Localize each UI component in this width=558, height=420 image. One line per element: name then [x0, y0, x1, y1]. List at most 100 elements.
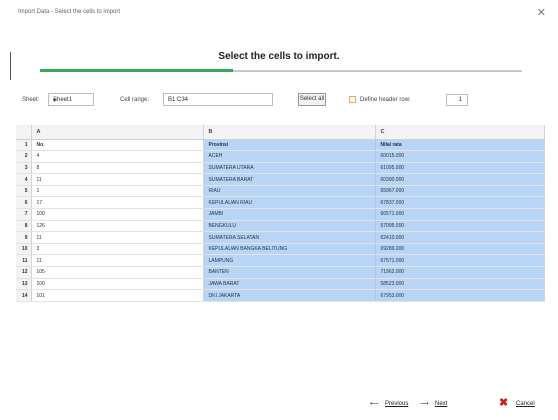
- cell-a[interactable]: 3: [31, 243, 204, 256]
- row-number[interactable]: 5: [16, 185, 32, 198]
- cell-c[interactable]: Nilai rata: [375, 139, 545, 152]
- cell-b[interactable]: LAMPUNG: [203, 254, 376, 268]
- table-row[interactable]: 3 8 SUMATERA UTARA 61095.000: [16, 162, 545, 175]
- column-header-c[interactable]: C: [375, 125, 545, 140]
- grid-body: 1 No. Provinsi Nilai rata 2 4 ACEH 60015.000 3 8 S…: [16, 139, 545, 302]
- cell-c[interactable]: 58523.000: [375, 278, 545, 291]
- cell-b[interactable]: JAMBI: [203, 208, 376, 221]
- table-row[interactable]: 7 100 JAMBI 66571.000: [16, 208, 545, 221]
- define-header-label: Define header row:: [360, 97, 411, 103]
- cell-c[interactable]: 67953.000: [375, 289, 545, 302]
- cancel-button[interactable]: ✖ Cancel: [499, 397, 555, 411]
- cell-a[interactable]: 4: [31, 150, 204, 163]
- cell-b[interactable]: Provinsi: [203, 139, 376, 152]
- table-row[interactable]: 9 11 SUMATERA SELATAN 62410.000: [16, 231, 545, 244]
- row-number[interactable]: 6: [16, 196, 32, 210]
- cell-a[interactable]: 126: [31, 220, 204, 233]
- wizard-progress-bar: [40, 69, 522, 72]
- row-number[interactable]: 8: [16, 220, 32, 233]
- table-row[interactable]: 4 11 SUMATERA BARAT 60390.000: [16, 173, 545, 186]
- cell-b[interactable]: ACEH: [203, 150, 376, 163]
- previous-button[interactable]: ⟵ Previous: [370, 399, 416, 411]
- cell-b[interactable]: BENGKULU: [203, 220, 376, 233]
- cell-a[interactable]: 105: [31, 266, 204, 279]
- table-row[interactable]: 14 101 DKI JAKARTA 67953.000: [16, 289, 545, 302]
- cell-a[interactable]: 100: [31, 208, 204, 221]
- cell-a[interactable]: 100: [31, 278, 204, 291]
- cell-b[interactable]: JAWA BARAT: [203, 278, 376, 291]
- cell-c[interactable]: 71962.000: [375, 266, 545, 279]
- header-row-spinner[interactable]: 1: [446, 94, 468, 106]
- select-all-button[interactable]: Select all: [298, 93, 326, 106]
- row-number[interactable]: 13: [16, 278, 32, 291]
- cell-b[interactable]: SUMATERA UTARA: [203, 162, 376, 175]
- cell-a[interactable]: 1: [31, 185, 204, 198]
- close-icon[interactable]: ✕: [537, 6, 546, 19]
- cell-b[interactable]: KEPULAUAN BANGKA BELITUNG: [203, 243, 376, 256]
- cell-a[interactable]: No.: [31, 139, 204, 152]
- row-number[interactable]: 7: [16, 208, 32, 221]
- next-button[interactable]: ⟶ Next: [420, 399, 456, 411]
- cell-c[interactable]: 60390.000: [375, 173, 545, 186]
- cell-a[interactable]: 11: [31, 173, 204, 186]
- row-number[interactable]: 2: [16, 150, 32, 163]
- row-number[interactable]: 1: [16, 139, 32, 152]
- row-number[interactable]: 14: [16, 289, 32, 302]
- table-row[interactable]: 6 17 KEPULAUAN RIAU 67837.000: [16, 196, 545, 210]
- table-row[interactable]: 12 105 BANTEN 71962.000: [16, 266, 545, 279]
- table-row[interactable]: 1 No. Provinsi Nilai rata: [16, 139, 545, 152]
- cell-b[interactable]: SUMATERA BARAT: [203, 173, 376, 186]
- cell-range-input[interactable]: B1:C34: [163, 93, 273, 106]
- cell-c[interactable]: 61095.000: [375, 162, 545, 175]
- table-row[interactable]: 11 11 LAMPUNG 67571.000: [16, 254, 545, 268]
- row-number[interactable]: 3: [16, 162, 32, 175]
- cell-c[interactable]: 67571.000: [375, 254, 545, 268]
- grid-corner[interactable]: [16, 125, 32, 140]
- cancel-x-icon: ✖: [499, 397, 509, 409]
- cell-a[interactable]: 17: [31, 196, 204, 210]
- row-number[interactable]: 12: [16, 266, 32, 279]
- table-row[interactable]: 10 3 KEPULAUAN BANGKA BELITUNG 69289.000: [16, 243, 545, 256]
- cell-b[interactable]: BANTEN: [203, 266, 376, 279]
- cell-c[interactable]: 57095.000: [375, 220, 545, 233]
- chevron-down-icon: ▾: [53, 98, 57, 104]
- cancel-button-label: Cancel: [516, 401, 535, 407]
- sheet-select[interactable]: Sheet1 ▾: [48, 93, 94, 106]
- cell-a[interactable]: 11: [31, 231, 204, 244]
- table-row[interactable]: 2 4 ACEH 60015.000: [16, 150, 545, 163]
- define-header-checkbox[interactable]: [349, 96, 356, 103]
- column-header-b[interactable]: B: [203, 125, 376, 140]
- cell-a[interactable]: 11: [31, 254, 204, 268]
- cell-a[interactable]: 101: [31, 289, 204, 302]
- next-button-label: Next: [435, 401, 448, 407]
- wizard-buttons: ⟵ Previous ⟶ Next ✖ Cancel: [0, 397, 558, 411]
- previous-button-label: Previous: [385, 401, 409, 407]
- cell-b[interactable]: DKI JAKARTA: [203, 289, 376, 302]
- toolbar: Sheet: Sheet1 ▾ Cell range: B1:C34 Selec…: [0, 93, 558, 107]
- cell-b[interactable]: SUMATERA SELATAN: [203, 231, 376, 244]
- cell-c[interactable]: 62410.000: [375, 231, 545, 244]
- cell-a[interactable]: 8: [31, 162, 204, 175]
- cell-b[interactable]: KEPULAUAN RIAU: [203, 196, 376, 210]
- cell-b[interactable]: RIAU: [203, 185, 376, 198]
- row-number[interactable]: 11: [16, 254, 32, 268]
- cell-c[interactable]: 69289.000: [375, 243, 545, 256]
- header-row-value: 1: [458, 97, 462, 103]
- cell-c[interactable]: 67837.000: [375, 196, 545, 210]
- title-bar: Import Data - Select the cells to import…: [0, 0, 558, 26]
- cell-c[interactable]: 60015.000: [375, 150, 545, 163]
- sheet-label: Sheet:: [22, 97, 40, 103]
- row-number[interactable]: 10: [16, 243, 32, 256]
- window-title: Import Data - Select the cells to import: [18, 9, 121, 15]
- arrow-right-icon: ⟶: [420, 401, 429, 407]
- row-number[interactable]: 9: [16, 231, 32, 244]
- row-number[interactable]: 4: [16, 173, 32, 186]
- table-row[interactable]: 8 126 BENGKULU 57095.000: [16, 220, 545, 233]
- table-row[interactable]: 13 100 JAWA BARAT 58523.000: [16, 278, 545, 291]
- column-header-a[interactable]: A: [31, 125, 204, 140]
- wizard-progress-fill: [40, 69, 233, 72]
- cell-c[interactable]: 65967.000: [375, 185, 545, 198]
- table-row[interactable]: 5 1 RIAU 65967.000: [16, 185, 545, 198]
- cell-c[interactable]: 66571.000: [375, 208, 545, 221]
- cell-range-label: Cell range:: [120, 97, 150, 103]
